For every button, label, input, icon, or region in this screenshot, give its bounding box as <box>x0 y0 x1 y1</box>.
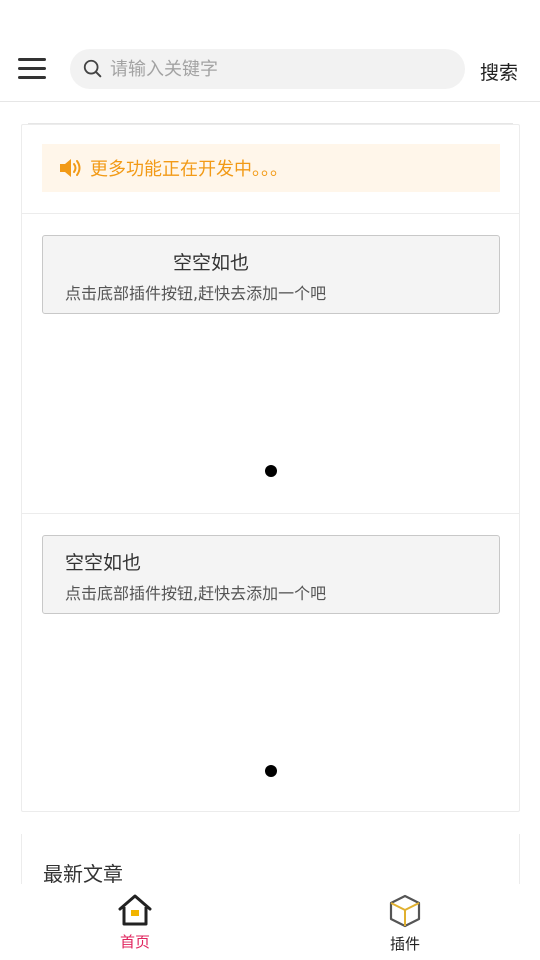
search-bar[interactable] <box>70 49 465 89</box>
section-divider <box>22 213 519 214</box>
tab-home[interactable]: 首页 <box>95 890 175 956</box>
menu-icon[interactable] <box>18 58 46 80</box>
empty-title: 空空如也 <box>173 252 250 274</box>
section-divider <box>22 513 519 514</box>
empty-subtitle: 点击底部插件按钮,赶快去添加一个吧 <box>65 584 327 603</box>
tab-home-label: 首页 <box>119 933 150 951</box>
tab-plugin-label: 插件 <box>389 935 420 953</box>
search-icon <box>83 59 102 78</box>
empty-plugin-box: 空空如也 点击底部插件按钮,赶快去添加一个吧 <box>42 235 500 314</box>
empty-plugin-box: 空空如也 点击底部插件按钮,赶快去添加一个吧 <box>42 535 500 614</box>
search-input[interactable] <box>110 49 450 89</box>
app-page: 搜索 更多功能正在开发中。。。 空空如也 点击底部插件按钮,赶快去添加一个吧 空… <box>0 0 540 960</box>
top-header: 搜索 <box>0 40 540 102</box>
bottom-tab-bar: 首页 插件 <box>0 884 540 960</box>
notice-bar: 更多功能正在开发中。。。 <box>42 144 500 192</box>
empty-title: 空空如也 <box>65 552 142 574</box>
latest-articles-title: 最新文章 <box>43 862 123 886</box>
cube-icon <box>389 894 421 928</box>
speaker-icon <box>60 159 81 177</box>
pagination-dot[interactable] <box>265 765 277 777</box>
empty-subtitle: 点击底部插件按钮,赶快去添加一个吧 <box>65 284 327 303</box>
tab-plugin[interactable]: 插件 <box>365 890 445 956</box>
plugin-card: 更多功能正在开发中。。。 空空如也 点击底部插件按钮,赶快去添加一个吧 空空如也… <box>21 124 520 812</box>
pagination-dot[interactable] <box>265 465 277 477</box>
notice-text: 更多功能正在开发中。。。 <box>90 159 288 180</box>
home-icon <box>118 894 152 926</box>
search-button[interactable]: 搜索 <box>480 58 518 85</box>
